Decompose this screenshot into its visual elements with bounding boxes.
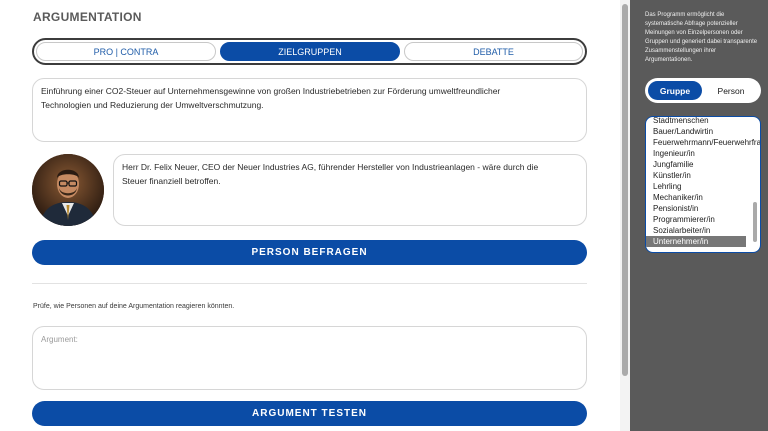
group-listbox[interactable]: Stadtmenschen Bauer/Landwirtin Feuerwehrma… (645, 116, 761, 253)
argument-textarea[interactable]: Argument: (32, 326, 587, 390)
tab-debatte[interactable]: DEBATTE (404, 42, 583, 61)
list-item[interactable]: Sozialarbeiter/in (646, 225, 760, 236)
main-scrollbar-thumb[interactable] (622, 4, 628, 376)
listbox-scrollbar-thumb[interactable] (753, 202, 757, 242)
person-avatar (32, 154, 104, 226)
page-title: ARGUMENTATION (33, 10, 142, 24)
tab-zielgruppen[interactable]: ZIELGRUPPEN (220, 42, 400, 61)
list-item[interactable]: Programmierer/in (646, 214, 760, 225)
sidebar-description: Das Programm ermöglicht die systematisch… (645, 12, 758, 63)
argument-placeholder: Argument: (41, 335, 78, 344)
argument-testen-button[interactable]: ARGUMENT TESTEN (32, 401, 587, 426)
tab-pro-contra[interactable]: PRO | CONTRA (36, 42, 216, 61)
divider (32, 283, 587, 284)
topic-line-1: Einführung einer CO2-Steuer auf Unterneh… (41, 86, 501, 96)
person-line-2: Steuer finanziell betroffen. (122, 176, 221, 186)
toggle-gruppe[interactable]: Gruppe (648, 81, 702, 100)
list-item[interactable]: Künstler/in (646, 170, 760, 181)
list-item[interactable]: Lehrling (646, 181, 760, 192)
list-item[interactable]: Ingenieur/in (646, 148, 760, 159)
person-textarea[interactable]: Herr Dr. Felix Neuer, CEO der Neuer Indu… (113, 154, 587, 226)
list-item[interactable]: Bauer/Landwirtin (646, 126, 760, 137)
main-panel: ARGUMENTATION PRO | CONTRA ZIELGRUPPEN D… (0, 0, 620, 431)
topic-textarea[interactable]: Einführung einer CO2-Steuer auf Unterneh… (32, 78, 587, 142)
tab-bar: PRO | CONTRA ZIELGRUPPEN DEBATTE (32, 38, 587, 65)
list-item[interactable]: Unternehmer/in (646, 236, 746, 247)
list-item[interactable]: Stadtmenschen (646, 117, 760, 126)
list-item[interactable]: Mechaniker/in (646, 192, 760, 203)
person-befragen-button[interactable]: PERSON BEFRAGEN (32, 240, 587, 265)
person-line-1: Herr Dr. Felix Neuer, CEO der Neuer Indu… (122, 162, 539, 172)
toggle-person[interactable]: Person (704, 81, 758, 100)
list-item[interactable]: Pensionist/in (646, 203, 760, 214)
list-item[interactable]: Feuerwehrmann/Feuerwehrfrau (646, 137, 760, 148)
topic-line-2: Technologien und Reduzierung der Umweltv… (41, 100, 264, 110)
hint-text: Prüfe, wie Personen auf deine Argumentat… (33, 303, 235, 310)
list-item[interactable]: Jungfamilie (646, 159, 760, 170)
group-person-toggle: Gruppe Person (645, 78, 761, 103)
